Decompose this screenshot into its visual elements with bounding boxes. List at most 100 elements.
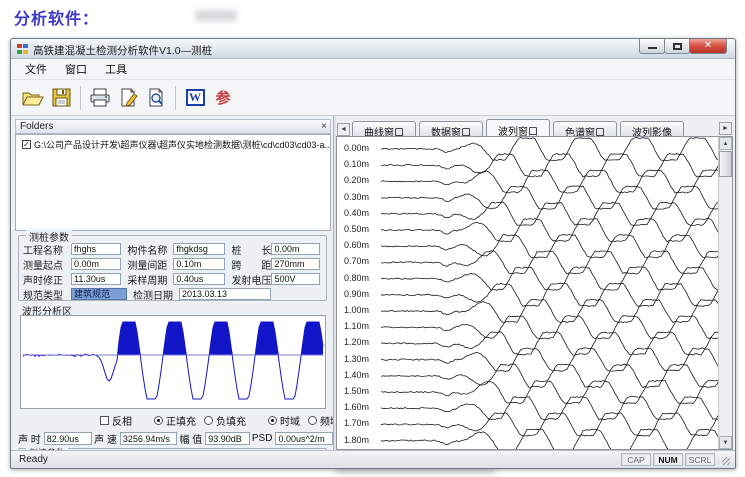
- domain-option-0[interactable]: 时域: [268, 413, 300, 428]
- param-label: 桩 长: [231, 242, 271, 257]
- print-button[interactable]: [86, 84, 114, 112]
- invert-group: 反相: [100, 413, 140, 428]
- readout-value[interactable]: 0.00us^2/m: [275, 432, 333, 445]
- param-value[interactable]: 建筑规范: [71, 288, 127, 300]
- right-panel: ◄曲线窗口数据窗口波列窗口色谱窗口波列影像► 0.00m0.10m0.20m0.…: [336, 116, 733, 450]
- scrollbar-thumb[interactable]: [719, 151, 732, 177]
- display-controls: 反相正填充负填充时域频域: [14, 413, 333, 427]
- open-button[interactable]: [19, 84, 47, 112]
- tab-1[interactable]: 数据窗口: [419, 121, 483, 136]
- tab-0[interactable]: 曲线窗口: [352, 121, 416, 136]
- window-controls: ✕: [640, 39, 727, 54]
- fill-option-0[interactable]: 正填充: [154, 413, 196, 428]
- param-label: 测量间距: [127, 257, 173, 272]
- maximize-button[interactable]: [664, 39, 690, 54]
- toolbar-separator: [175, 86, 176, 110]
- wave-train-graph: [337, 137, 733, 450]
- radio-icon[interactable]: [154, 416, 163, 425]
- export-button[interactable]: [114, 84, 142, 112]
- param-rows: 工程名称fhghs构件名称fhgkdsg桩 长0.00m测量起点0.00m测量间…: [19, 236, 326, 301]
- param-label: 发射电压: [231, 272, 271, 287]
- tab-2[interactable]: 波列窗口: [486, 119, 550, 136]
- tab-scroll-right-icon[interactable]: ►: [719, 122, 732, 135]
- fill-option-1[interactable]: 负填充: [204, 413, 246, 428]
- resize-grip[interactable]: [719, 454, 731, 466]
- tab-scroll-left-icon[interactable]: ◄: [337, 123, 350, 136]
- close-icon: ✕: [690, 40, 726, 51]
- page-heading: 分析软件：: [14, 5, 99, 29]
- scroll-down-icon[interactable]: ▼: [719, 436, 732, 449]
- param-label: 跨 距: [231, 257, 271, 272]
- close-button[interactable]: ✕: [689, 39, 727, 54]
- param-value[interactable]: 0.00m: [271, 243, 320, 255]
- invert-checkbox[interactable]: 反相: [100, 413, 132, 428]
- param-value[interactable]: fhghs: [71, 243, 121, 255]
- save-button[interactable]: [47, 84, 75, 112]
- menu-item-1[interactable]: 窗口: [56, 59, 96, 79]
- domain-option-label: 时域: [280, 413, 300, 428]
- invert-label: 反相: [112, 413, 132, 428]
- param-value[interactable]: 270mm: [271, 258, 320, 270]
- depth-label: 0.40m: [344, 208, 378, 218]
- checkbox-icon[interactable]: [100, 416, 109, 425]
- param-row: 测量起点0.00m测量间距0.10m跨 距270mm: [19, 257, 326, 271]
- menu-item-0[interactable]: 文件: [16, 59, 56, 79]
- depth-label: 1.10m: [344, 321, 378, 331]
- readout-value[interactable]: 82.90us: [44, 432, 92, 445]
- open-folder-icon: [22, 89, 44, 107]
- param-label: 规范类型: [23, 287, 71, 302]
- print-preview-icon: [147, 88, 166, 107]
- depth-label: 1.30m: [344, 354, 378, 364]
- titlebar[interactable]: 高铁建混凝土检测分析软件V1.0—测桩 ✕: [11, 39, 735, 59]
- pile-params-groupbox: 测桩参数 工程名称fhghs构件名称fhgkdsg桩 长0.00m测量起点0.0…: [18, 235, 327, 301]
- folder-item[interactable]: ✓ G:\公司产品设计开发\超声仪器\超声仪实地检测数据\测桩\cd\cd03\…: [16, 135, 330, 151]
- depth-label: 0.30m: [344, 192, 378, 202]
- wave-train-area: 0.00m0.10m0.20m0.30m0.40m0.50m0.60m0.70m…: [336, 136, 733, 450]
- vertical-scrollbar[interactable]: ▲ ▼: [718, 137, 732, 449]
- depth-label: 1.70m: [344, 418, 378, 428]
- word-export-button[interactable]: W: [181, 84, 209, 112]
- indicator-cap: CAP: [621, 453, 651, 466]
- param-value[interactable]: fhgkdsg: [173, 243, 225, 255]
- fill-option-label: 正填充: [166, 413, 196, 428]
- param-label: 检测日期: [133, 287, 179, 302]
- printer-icon: [89, 88, 111, 107]
- tabstrip: ◄曲线窗口数据窗口波列窗口色谱窗口波列影像 ►: [336, 119, 733, 136]
- tab-3[interactable]: 色谱窗口: [553, 121, 617, 136]
- checkbox-icon[interactable]: ✓: [22, 140, 31, 149]
- readout-value[interactable]: 3256.94m/s: [120, 432, 178, 445]
- preview-button[interactable]: [142, 84, 170, 112]
- scroll-up-icon[interactable]: ▲: [719, 137, 732, 150]
- minimize-icon: [648, 47, 657, 49]
- waveform-plot: [20, 315, 326, 409]
- toolbar: W 参: [11, 80, 735, 116]
- param-value[interactable]: 11.30us: [71, 273, 121, 285]
- tab-4[interactable]: 波列影像: [620, 121, 684, 136]
- depth-label: 1.80m: [344, 435, 378, 445]
- param-value[interactable]: 0.40us: [173, 273, 225, 285]
- main-content: Folders × ✓ G:\公司产品设计开发\超声仪器\超声仪实地检测数据\测…: [11, 116, 735, 450]
- depth-label: 1.50m: [344, 386, 378, 396]
- redaction-smudge: [195, 10, 237, 21]
- radio-icon[interactable]: [268, 416, 277, 425]
- folders-title: Folders: [20, 121, 53, 132]
- radio-icon[interactable]: [308, 416, 317, 425]
- param-row: 工程名称fhghs构件名称fhgkdsg桩 长0.00m: [19, 242, 326, 256]
- param-value[interactable]: 0.10m: [173, 258, 225, 270]
- left-panel: Folders × ✓ G:\公司产品设计开发\超声仪器\超声仪实地检测数据\测…: [14, 116, 333, 450]
- folders-close-icon[interactable]: ×: [321, 120, 327, 133]
- radio-icon[interactable]: [204, 416, 213, 425]
- menu-item-2[interactable]: 工具: [96, 59, 136, 79]
- indicator-scrl: SCRL: [685, 453, 715, 466]
- parameters-button[interactable]: 参: [209, 84, 237, 112]
- param-value[interactable]: 2013.03.13: [179, 288, 271, 300]
- statusbar: Ready CAPNUMSCRL: [11, 450, 735, 468]
- param-value[interactable]: 500V: [271, 273, 320, 285]
- depth-label: 1.20m: [344, 337, 378, 347]
- toolbar-separator: [80, 86, 81, 110]
- param-value[interactable]: 0.00m: [71, 258, 121, 270]
- fill-option-label: 负填充: [216, 413, 246, 428]
- readout-value[interactable]: 93.90dB: [205, 432, 250, 445]
- param-row: 规范类型建筑规范检测日期2013.03.13: [19, 287, 326, 301]
- minimize-button[interactable]: [639, 39, 665, 54]
